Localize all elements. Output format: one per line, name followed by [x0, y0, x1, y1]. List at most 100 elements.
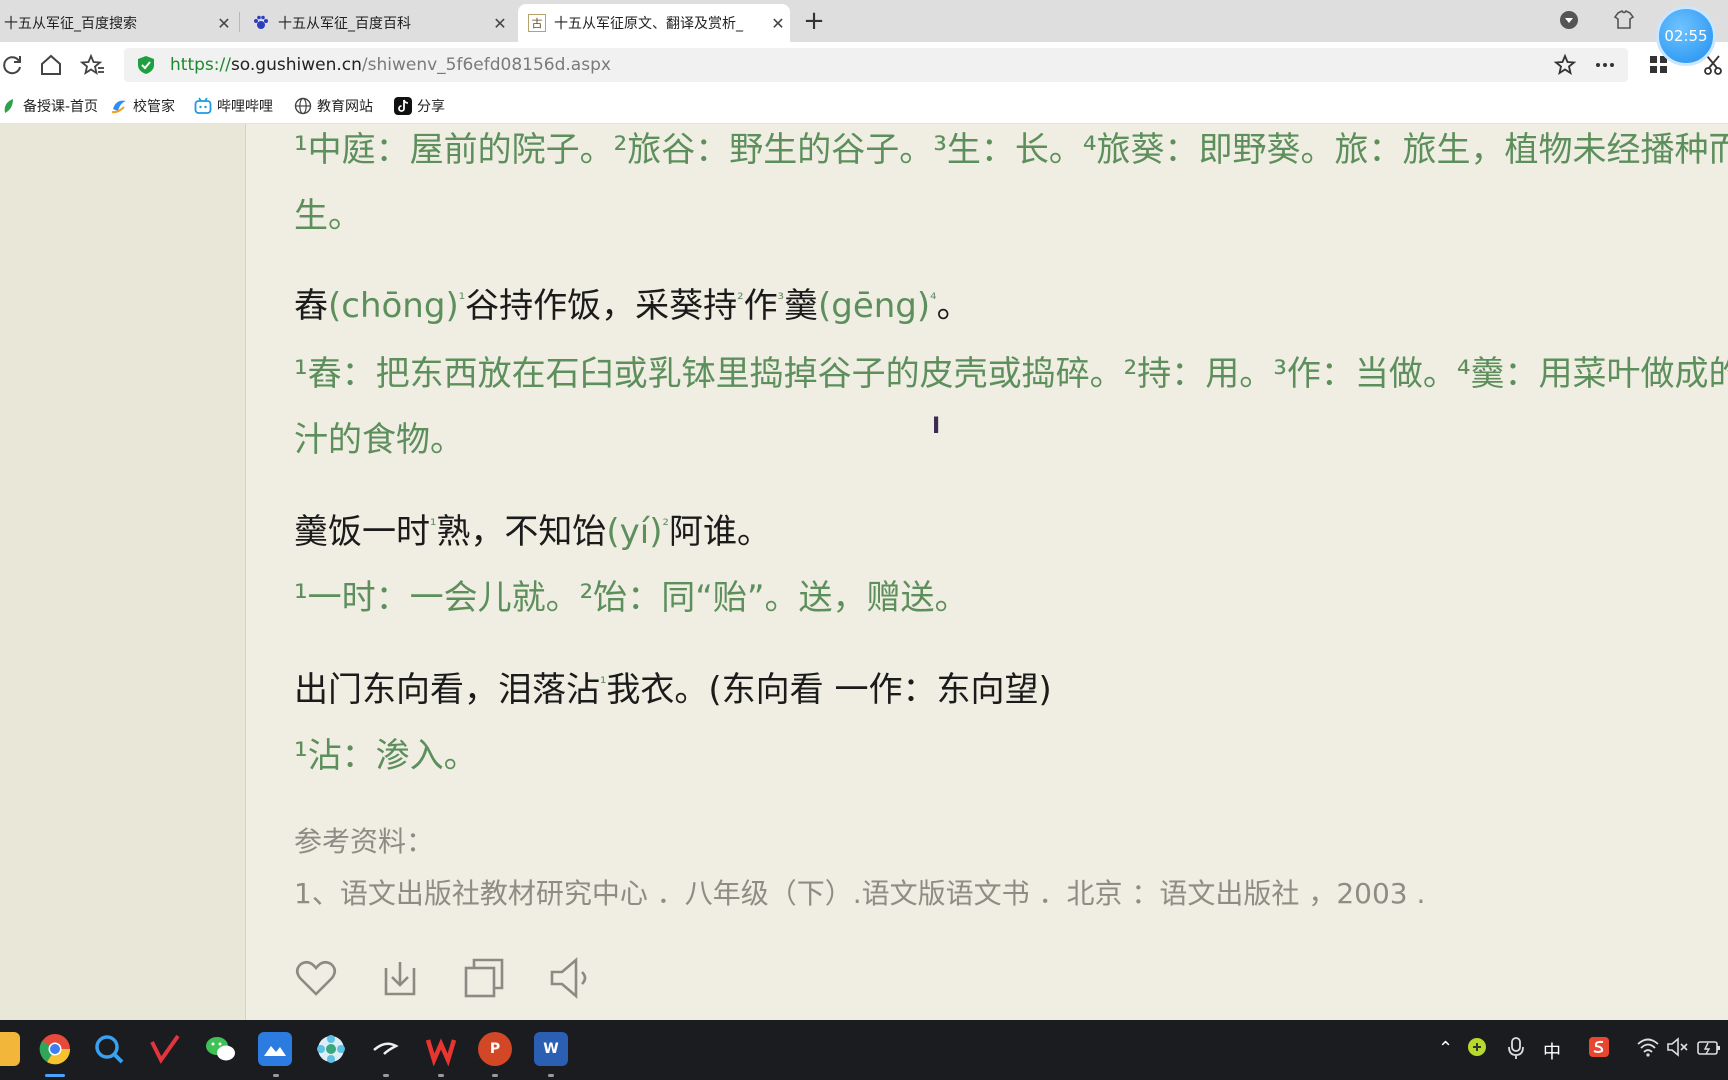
favorites-star-icon[interactable]: [79, 52, 106, 78]
wechat-icon[interactable]: [204, 1032, 238, 1066]
article-content: ¹中庭：屋前的院子。²旅谷：野生的谷子。³生：长。⁴旅葵：即野葵。旅：旅生，植物…: [246, 124, 1728, 1020]
poem-text: 。: [936, 286, 971, 326]
running-app-dot: [273, 1074, 279, 1077]
running-app-dot: [383, 1074, 389, 1077]
tab-divider: [239, 12, 240, 32]
terminal-icon[interactable]: [368, 1032, 402, 1066]
tray-expand-icon[interactable]: ⌃: [1438, 1038, 1453, 1059]
tab-baidu-search[interactable]: 十五从军征_百度搜索 ✕: [0, 4, 236, 42]
bookmark-star-icon[interactable]: [1552, 52, 1578, 78]
tray-status-icon[interactable]: [1466, 1036, 1488, 1063]
meeting-icon[interactable]: [258, 1032, 292, 1066]
volume-muted-icon[interactable]: [1666, 1036, 1690, 1063]
bookmark-label: 教育网站: [317, 99, 373, 115]
poem-line-4: 出门东向看，泪落沾¹我衣。(东向看 一作：东向望): [294, 668, 1052, 712]
left-margin-panel: [0, 124, 246, 1020]
running-app-dot: [492, 1074, 498, 1077]
download-icon[interactable]: [376, 954, 424, 1002]
word-icon[interactable]: W: [534, 1032, 568, 1066]
bilibili-icon: [194, 97, 212, 115]
tab-baidu-baike[interactable]: 十五从军征_百度百科 ✕: [242, 4, 512, 42]
tab-label: 十五从军征原文、翻译及赏析_: [554, 16, 743, 32]
close-icon[interactable]: ✕: [212, 14, 236, 33]
home-icon[interactable]: [38, 52, 64, 78]
reference-item: 1、语文出版社教材研究中心 ．八年级（下）.语文版语文书 ．北京 ：语文出版社 …: [294, 877, 1426, 910]
references-title: 参考资料：: [294, 825, 435, 858]
running-app-dot: [438, 1074, 444, 1077]
speaker-icon[interactable]: [546, 954, 594, 1002]
search-app-icon[interactable]: [92, 1032, 126, 1066]
poem-text: 羹饭一时: [294, 512, 430, 552]
tab-strip: 十五从军征_百度搜索 ✕ 十五从军征_百度百科 ✕ 古 十五从军征原文、翻译及赏…: [0, 0, 1728, 66]
gushiwen-icon: 古: [528, 14, 546, 32]
settings-flower-icon[interactable]: [314, 1032, 348, 1066]
annotation-line: ¹舂：把东西放在石臼或乳钵里捣掉谷子的皮壳或捣碎。²持：用。³作：当做。⁴羹：用…: [294, 354, 1728, 394]
annotation-line: ¹中庭：屋前的院子。²旅谷：野生的谷子。³生：长。⁴旅葵：即野葵。旅：旅生，植物…: [294, 130, 1728, 170]
bookmark-label: 分享: [417, 99, 445, 115]
tab-label: 十五从军征_百度搜索: [4, 16, 137, 32]
wifi-icon[interactable]: [1636, 1036, 1660, 1063]
annotation-line-continued: 汁的食物。: [294, 420, 464, 460]
powerpoint-icon[interactable]: P: [478, 1032, 512, 1066]
text-cursor-icon: I: [932, 414, 941, 439]
wps-icon[interactable]: [424, 1032, 458, 1066]
globe-icon: [294, 97, 312, 115]
close-icon[interactable]: ✕: [488, 14, 512, 33]
navigation-bar: https://so.gushiwen.cn/shiwenv_5f6efd081…: [0, 42, 1728, 88]
battery-icon[interactable]: [1696, 1036, 1722, 1063]
close-icon[interactable]: ✕: [766, 14, 790, 33]
chrome-icon[interactable]: [38, 1032, 72, 1066]
bookmark-beishouke[interactable]: 备授课-首页: [0, 96, 98, 116]
shirt-skin-icon[interactable]: [1612, 8, 1636, 32]
url-host: so.gushiwen.cn: [230, 55, 362, 75]
annotation-line-continued: 生。: [294, 196, 362, 236]
clock-widget[interactable]: 02:55: [1656, 6, 1716, 66]
annotation-line: ¹沾：渗入。: [294, 736, 478, 776]
tiktok-icon: [394, 97, 412, 115]
poem-text: 谷持作饭，采葵持: [465, 286, 738, 326]
file-explorer-icon[interactable]: [0, 1032, 20, 1066]
copy-icon[interactable]: [460, 954, 508, 1002]
reload-icon[interactable]: [0, 52, 26, 78]
poem-line-3: 羹饭一时¹熟，不知饴(yí)²阿谁。: [294, 510, 771, 554]
tab-label: 十五从军征_百度百科: [278, 16, 411, 32]
bookmarks-bar: 备授课-首页 校管家 哔哩哔哩 教育网站 分享: [0, 88, 1728, 124]
new-tab-button[interactable]: +: [800, 6, 828, 36]
url-path: /shiwenv_5f6efd08156d.aspx: [361, 55, 611, 75]
baidu-paw-icon: [252, 14, 270, 32]
poem-text: 我衣。(东向看 一作：东向望): [606, 670, 1052, 710]
bookmark-label: 哔哩哔哩: [217, 99, 273, 115]
logo-icon: [110, 97, 128, 115]
security-shield-icon[interactable]: [136, 55, 156, 75]
ime-indicator[interactable]: 中: [1543, 1038, 1561, 1064]
bookmark-xiaoguanjia[interactable]: 校管家: [110, 96, 175, 116]
vscode-like-icon[interactable]: [148, 1032, 182, 1066]
sogou-ime-icon[interactable]: [1588, 1036, 1610, 1063]
bookmark-edu-sites[interactable]: 教育网站: [294, 96, 373, 116]
heart-icon[interactable]: [292, 954, 340, 1002]
poem-text: 作: [743, 286, 778, 326]
bookmark-share[interactable]: 分享: [394, 96, 445, 116]
poem-text: 舂: [294, 286, 328, 326]
annotation-line: ¹一时：一会儿就。²饴：同“贻”。送，赠送。: [294, 578, 969, 618]
download-circle-icon[interactable]: [1557, 8, 1581, 32]
windows-taskbar: P W ⌃ 中: [0, 1020, 1728, 1080]
poem-text: 出门东向看，泪落沾: [294, 670, 600, 710]
poem-line-2: 舂(chōng)¹谷持作饭，采葵持²作³羹(gēng)⁴。: [294, 284, 971, 328]
address-bar[interactable]: https://so.gushiwen.cn/shiwenv_5f6efd081…: [124, 48, 1628, 82]
pinyin-annotation: (yí): [606, 512, 663, 552]
leaf-icon: [0, 97, 18, 115]
bookmark-label: 备授课-首页: [23, 99, 99, 115]
microphone-icon[interactable]: [1506, 1036, 1526, 1065]
bookmark-bilibili[interactable]: 哔哩哔哩: [194, 96, 273, 116]
url-protocol: https://: [170, 55, 231, 75]
pinyin-annotation: (gēng): [817, 286, 931, 326]
tab-gushiwen[interactable]: 古 十五从军征原文、翻译及赏析_ ✕: [518, 4, 790, 42]
more-menu-icon[interactable]: [1592, 52, 1618, 78]
active-app-indicator: [45, 1074, 65, 1077]
url-text: https://so.gushiwen.cn/shiwenv_5f6efd081…: [170, 55, 611, 75]
pinyin-annotation: (chōng): [328, 286, 459, 326]
running-app-dot: [548, 1074, 554, 1077]
poem-text: 熟，不知饴: [436, 512, 607, 552]
bookmark-label: 校管家: [133, 99, 175, 115]
